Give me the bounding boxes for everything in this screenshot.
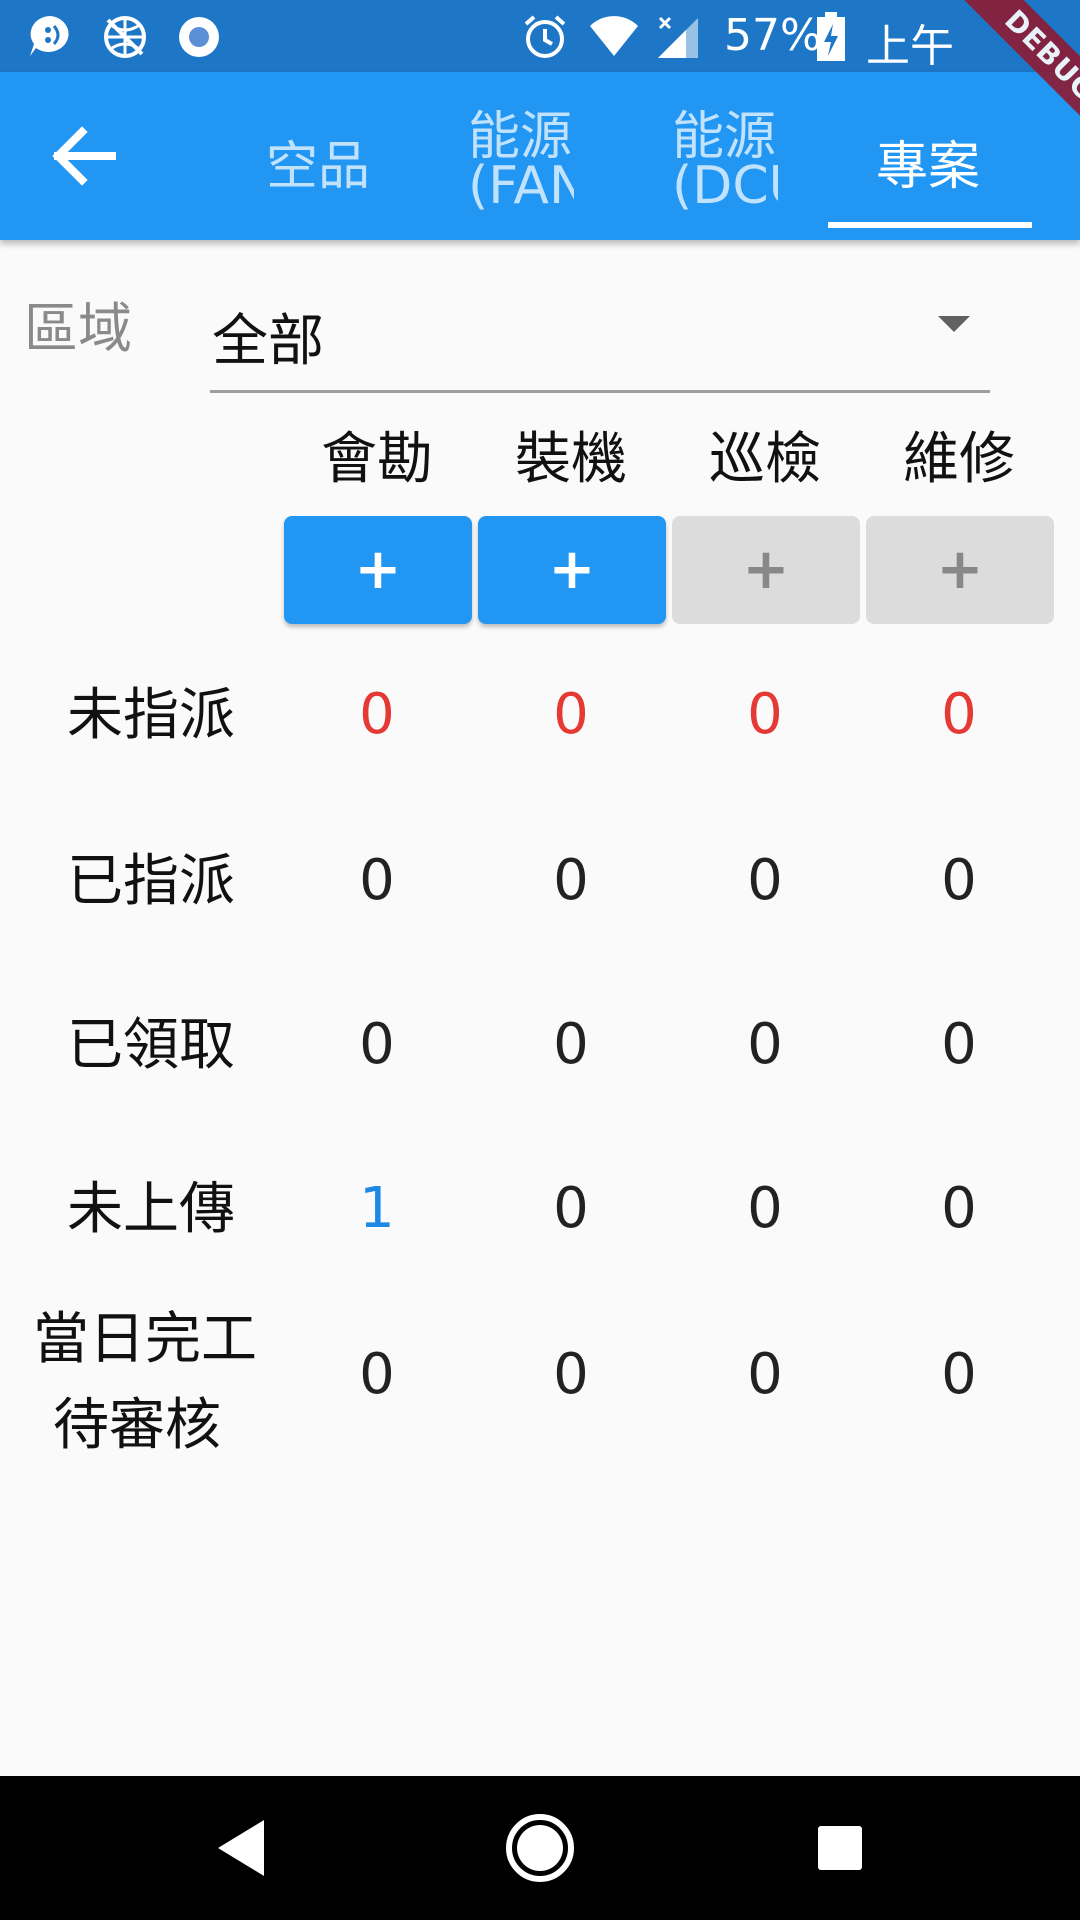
- cell-received-inspect[interactable]: 0: [670, 1012, 860, 1077]
- tab-label: 空品: [266, 137, 371, 197]
- tab-air-quality[interactable]: 空品: [266, 72, 376, 240]
- cell-completed-repair[interactable]: 0: [864, 1342, 1054, 1407]
- signal-icon: [658, 16, 698, 58]
- cell-completed-survey[interactable]: 0: [282, 1342, 472, 1407]
- cell-not-uploaded-inspect[interactable]: 0: [670, 1176, 860, 1241]
- back-triangle-icon[interactable]: [200, 1776, 280, 1920]
- cell-unassigned-inspect[interactable]: 0: [670, 682, 860, 747]
- back-arrow-icon[interactable]: [50, 126, 120, 186]
- row-label-completed-line2: 待審核: [53, 1393, 221, 1458]
- cell-not-uploaded-survey[interactable]: 1: [282, 1176, 472, 1241]
- status-bar: 57% 上午10:54: [0, 0, 1080, 125]
- cell-unassigned-repair[interactable]: 0: [864, 682, 1054, 747]
- cell-received-install[interactable]: 0: [476, 1012, 666, 1077]
- column-header-install: 裝機: [515, 427, 627, 492]
- cell-assigned-repair[interactable]: 0: [864, 848, 1054, 913]
- tab-label-line2: (DCU: [672, 156, 778, 216]
- navigation-bar: [0, 1776, 1080, 1920]
- add-repair-button: +: [866, 516, 1054, 624]
- row-label-unassigned: 未指派: [67, 683, 235, 748]
- add-inspect-button: +: [672, 516, 860, 624]
- cell-assigned-survey[interactable]: 0: [282, 848, 472, 913]
- cell-assigned-inspect[interactable]: 0: [670, 848, 860, 913]
- add-survey-button[interactable]: +: [284, 516, 472, 624]
- row-label-received: 已領取: [67, 1013, 235, 1078]
- column-header-survey: 會勘: [321, 427, 433, 492]
- cell-received-repair[interactable]: 0: [864, 1012, 1054, 1077]
- app-bar: 空品 能源 (FAN 能源 (DCU 專案: [0, 72, 1080, 240]
- dropdown-arrow-icon: [938, 316, 970, 332]
- record-circle-icon: [179, 17, 219, 57]
- row-label-completed-line1: 當日完工: [33, 1307, 257, 1372]
- wifi-icon: [590, 16, 638, 56]
- home-circle-icon[interactable]: [498, 1776, 582, 1920]
- tab-project[interactable]: 專案: [876, 72, 986, 240]
- add-install-button[interactable]: +: [478, 516, 666, 624]
- cell-unassigned-survey[interactable]: 0: [282, 682, 472, 747]
- cell-unassigned-install[interactable]: 0: [476, 682, 666, 747]
- cell-not-uploaded-repair[interactable]: 0: [864, 1176, 1054, 1241]
- row-label-not-uploaded: 未上傳: [67, 1177, 235, 1242]
- tab-energy-fan[interactable]: 能源 (FAN: [468, 72, 574, 240]
- alarm-icon: [524, 15, 566, 58]
- tab-label-line2: (FAN: [468, 156, 574, 216]
- region-label: 區域: [24, 297, 132, 360]
- column-header-inspect: 巡檢: [709, 427, 821, 492]
- chat-bubble-icon: [30, 16, 69, 56]
- battery-percent: 57%: [724, 10, 822, 61]
- column-header-repair: 維修: [903, 427, 1015, 492]
- tab-energy-dcu[interactable]: 能源 (DCU: [672, 72, 778, 240]
- cell-received-survey[interactable]: 0: [282, 1012, 472, 1077]
- row-label-assigned: 已指派: [67, 849, 235, 914]
- region-value: 全部: [212, 309, 324, 374]
- cell-completed-install[interactable]: 0: [476, 1342, 666, 1407]
- cell-assigned-install[interactable]: 0: [476, 848, 666, 913]
- tab-label: 專案: [876, 137, 981, 197]
- no-network-globe-icon: [104, 16, 146, 58]
- recents-square-icon[interactable]: [804, 1776, 876, 1920]
- cell-completed-inspect[interactable]: 0: [670, 1342, 860, 1407]
- battery-charging-icon: [817, 12, 845, 61]
- region-dropdown[interactable]: 全部: [210, 280, 990, 393]
- tab-indicator: [828, 222, 1032, 228]
- cell-not-uploaded-install[interactable]: 0: [476, 1176, 666, 1241]
